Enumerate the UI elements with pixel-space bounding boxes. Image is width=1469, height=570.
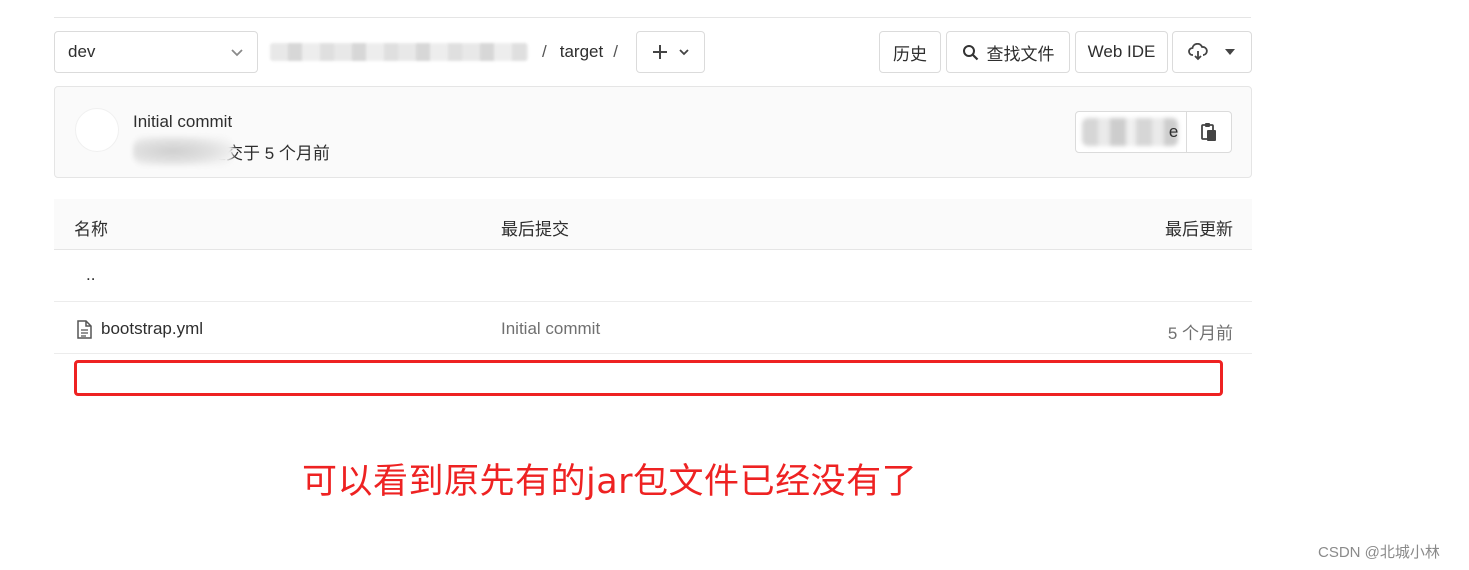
column-header-last-commit: 最后提交 [501, 220, 569, 239]
caret-down-icon [1225, 49, 1235, 55]
commit-meta: 提交于 5 个月前 [133, 136, 330, 166]
table-row-parent-dir[interactable]: .. [54, 250, 1252, 302]
commit-sha-group: e [1075, 111, 1232, 153]
file-last-commit[interactable]: Initial commit [501, 319, 600, 339]
breadcrumb-separator: / [613, 42, 618, 61]
redacted-project-path [270, 43, 528, 61]
top-divider [54, 17, 1251, 18]
history-label: 历史 [893, 44, 927, 64]
breadcrumb-folder-target[interactable]: target [560, 42, 603, 62]
file-icon [77, 319, 92, 339]
annotation-text: 可以看到原先有的jar包文件已经没有了 [302, 462, 918, 502]
plus-icon [652, 45, 667, 59]
column-header-name: 名称 [74, 220, 108, 239]
column-header-last-update: 最后更新 [1165, 220, 1233, 239]
copy-sha-button[interactable] [1187, 112, 1231, 152]
search-icon [962, 44, 978, 60]
file-link[interactable]: bootstrap.yml [76, 319, 203, 339]
cloud-download-icon [1188, 43, 1208, 61]
annotation-highlight-box [74, 360, 1223, 396]
web-ide-label: Web IDE [1087, 42, 1156, 61]
avatar [75, 108, 119, 152]
history-button[interactable]: 历史 [879, 31, 941, 73]
last-commit-panel: Initial commit 提交于 5 个月前 e [54, 86, 1252, 178]
file-last-update: 5 个月前 [1167, 324, 1233, 343]
file-name: bootstrap.yml [101, 319, 204, 338]
table-row: bootstrap.yml Initial commit 5 个月前 [54, 302, 1252, 354]
find-file-label: 查找文件 [986, 44, 1055, 64]
commit-sha-suffix: e [1168, 122, 1179, 141]
download-dropdown-button[interactable] [1172, 31, 1252, 73]
commit-title[interactable]: Initial commit [133, 111, 232, 127]
add-new-dropdown-button[interactable] [636, 31, 705, 73]
redacted-sha [1082, 118, 1178, 146]
find-file-button[interactable]: 查找文件 [946, 31, 1070, 73]
redacted-author [133, 136, 233, 166]
parent-dir-link[interactable]: .. [86, 265, 95, 285]
web-ide-button[interactable]: Web IDE [1075, 31, 1168, 73]
breadcrumb: / target / [270, 31, 618, 73]
commit-sha-button[interactable]: e [1076, 112, 1188, 152]
watermark: CSDN @北城小林 [1318, 544, 1440, 561]
breadcrumb-separator: / [542, 42, 547, 61]
branch-dropdown[interactable]: dev [54, 31, 258, 73]
tree-table-header: 名称 最后提交 最后更新 [54, 199, 1252, 250]
chevron-down-icon [678, 49, 689, 56]
chevron-down-icon [231, 49, 243, 57]
clipboard-icon [1201, 123, 1217, 141]
branch-label: dev [68, 42, 96, 61]
